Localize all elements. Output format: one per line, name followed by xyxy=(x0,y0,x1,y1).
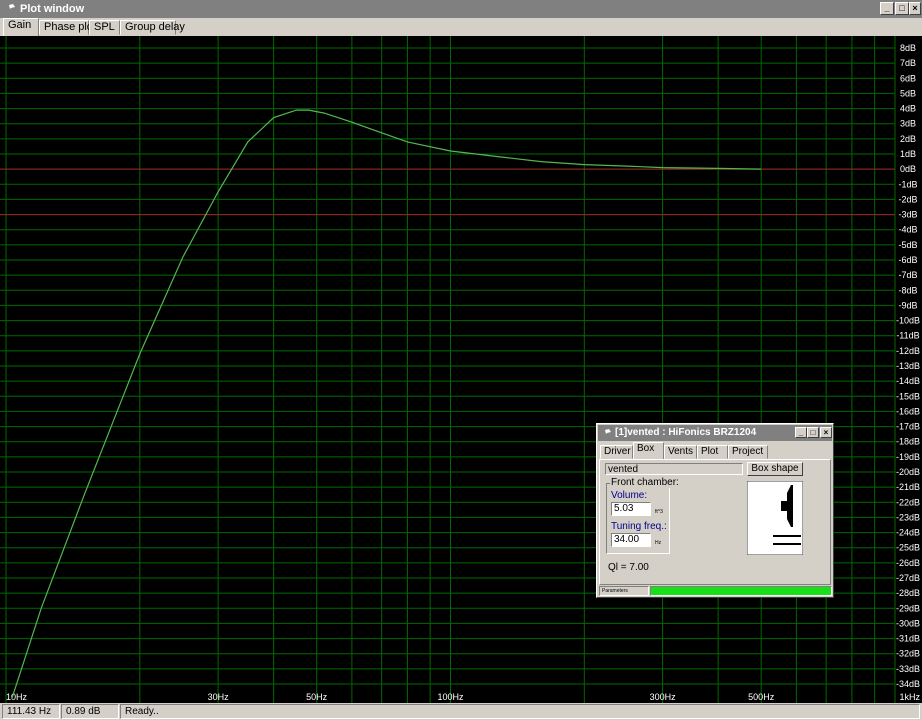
volume-input[interactable]: 5.03 xyxy=(611,502,651,516)
y-tick-label: -32dB xyxy=(896,649,920,659)
y-tick-label: 8dB xyxy=(900,43,916,53)
y-tick-label: -15dB xyxy=(896,391,920,401)
y-tick-label: -20dB xyxy=(896,467,920,477)
status-frequency: 111.43 Hz xyxy=(2,704,60,719)
close-button[interactable]: × xyxy=(909,2,921,15)
y-tick-label: -27dB xyxy=(896,573,920,583)
x-tick-label: 500Hz xyxy=(748,692,775,702)
tuning-freq-label: Tuning freq.: xyxy=(611,521,667,532)
y-tick-label: -2dB xyxy=(898,194,917,204)
y-tick-label: -9dB xyxy=(898,300,917,310)
gain-plot[interactable]: 8dB 7dB 6dB 5dB 4dB 3dB 2dB 1dB 0dB -1dB -2dB -3dB -… xyxy=(0,36,922,703)
y-tick-label: -3dB xyxy=(898,210,917,220)
y-tick-label: 5dB xyxy=(900,88,916,98)
dialog-close-button[interactable]: × xyxy=(820,427,832,438)
y-tick-label: 0dB xyxy=(900,164,916,174)
x-tick-label: 100Hz xyxy=(437,692,464,702)
window-title: Plot window xyxy=(20,3,85,15)
tab-group-delay[interactable]: Group delay xyxy=(120,20,185,35)
tuning-freq-input[interactable]: 34.00 xyxy=(611,533,651,547)
status-bar: 111.43 Hz 0.89 dB Ready.. xyxy=(0,703,922,720)
x-tick-label: 10Hz xyxy=(6,692,28,702)
y-tick-label: -24dB xyxy=(896,528,920,538)
y-tick-label: -5dB xyxy=(898,240,917,250)
app-icon xyxy=(6,4,15,13)
y-tick-label: -23dB xyxy=(896,512,920,522)
front-chamber-label: Front chamber: xyxy=(610,477,680,488)
y-tick-label: -19dB xyxy=(896,452,920,462)
plot-window-titlebar[interactable]: Plot window _ □ × xyxy=(0,0,922,18)
dialog-tab-box[interactable]: Box xyxy=(633,442,664,459)
y-tick-label: -8dB xyxy=(898,285,917,295)
y-tick-label: -16dB xyxy=(896,406,920,416)
box-shape-preview xyxy=(747,481,803,555)
y-tick-label: -13dB xyxy=(896,361,920,371)
y-tick-label: -18dB xyxy=(896,437,920,447)
tuning-freq-unit: Hz xyxy=(655,540,662,546)
dialog-status-label: Parameters xyxy=(599,586,649,596)
y-tick-label: 2dB xyxy=(900,134,916,144)
y-tick-label: -6dB xyxy=(898,255,917,265)
y-tick-label: -12dB xyxy=(896,346,920,356)
y-tick-label: -22dB xyxy=(896,497,920,507)
y-tick-label: -33dB xyxy=(896,664,920,674)
y-tick-label: -14dB xyxy=(896,376,920,386)
dialog-icon xyxy=(603,429,611,437)
status-gain: 0.89 dB xyxy=(61,704,119,719)
dialog-tab-project[interactable]: Project xyxy=(728,445,768,459)
y-tick-label: -1dB xyxy=(898,179,917,189)
x-tick-label: 50Hz xyxy=(306,692,328,702)
y-tick-label: -7dB xyxy=(898,270,917,280)
dialog-titlebar[interactable]: [1]vented : HiFonics BRZ1204 _ □ × xyxy=(598,425,832,441)
y-tick-label: -30dB xyxy=(896,618,920,628)
x-tick-label: 1kHz xyxy=(899,692,920,702)
box-type-field[interactable]: vented xyxy=(605,463,743,475)
dialog-maximize-button[interactable]: □ xyxy=(807,427,819,438)
y-tick-label: -25dB xyxy=(896,543,920,553)
dialog-title: [1]vented : HiFonics BRZ1204 xyxy=(615,427,757,438)
x-tick-label: 30Hz xyxy=(208,692,230,702)
minimize-button[interactable]: _ xyxy=(880,2,894,15)
ql-value: Ql = 7.00 xyxy=(608,562,649,573)
volume-unit: ft^3 xyxy=(655,509,663,515)
y-tick-label: 6dB xyxy=(900,73,916,83)
dialog-progress-track xyxy=(650,586,832,596)
y-tick-label: -26dB xyxy=(896,558,920,568)
dialog-minimize-button[interactable]: _ xyxy=(795,427,807,438)
y-tick-label: -11dB xyxy=(896,331,919,341)
plot-tabs: Gain Phase plot SPL Group delay xyxy=(0,18,922,36)
y-tick-label: -29dB xyxy=(896,603,920,613)
box-shape-button[interactable]: Box shape xyxy=(747,462,803,476)
volume-label: Volume: xyxy=(611,490,648,501)
y-tick-label: -31dB xyxy=(896,634,920,644)
y-tick-label: 4dB xyxy=(900,104,916,114)
tab-spl[interactable]: SPL xyxy=(89,20,120,35)
y-tick-label: -4dB xyxy=(898,225,917,235)
gain-curve xyxy=(11,109,762,700)
dialog-tab-vents[interactable]: Vents xyxy=(664,445,697,459)
y-tick-label: -17dB xyxy=(896,422,920,432)
dialog-tab-driver[interactable]: Driver xyxy=(600,445,633,459)
y-tick-label: -34dB xyxy=(896,679,920,689)
y-tick-label: 1dB xyxy=(900,149,916,159)
tab-gain[interactable]: Gain xyxy=(3,18,39,36)
box-dialog[interactable]: [1]vented : HiFonics BRZ1204 _ □ × Drive… xyxy=(596,423,834,598)
y-tick-label: -28dB xyxy=(896,588,920,598)
dialog-progress-bar xyxy=(651,587,831,595)
dialog-tab-plot[interactable]: Plot xyxy=(697,445,728,459)
y-tick-label: -21dB xyxy=(896,482,920,492)
x-tick-label: 300Hz xyxy=(650,692,677,702)
y-tick-label: 3dB xyxy=(900,119,916,129)
y-tick-label: 7dB xyxy=(900,58,916,68)
gain-chart: 8dB 7dB 6dB 5dB 4dB 3dB 2dB 1dB 0dB -1dB -2dB -3dB -… xyxy=(0,36,920,703)
tab-phase-plot[interactable]: Phase plot xyxy=(39,20,96,35)
maximize-button[interactable]: □ xyxy=(895,2,909,15)
status-message: Ready.. xyxy=(120,704,920,719)
y-tick-label: -10dB xyxy=(896,316,920,326)
